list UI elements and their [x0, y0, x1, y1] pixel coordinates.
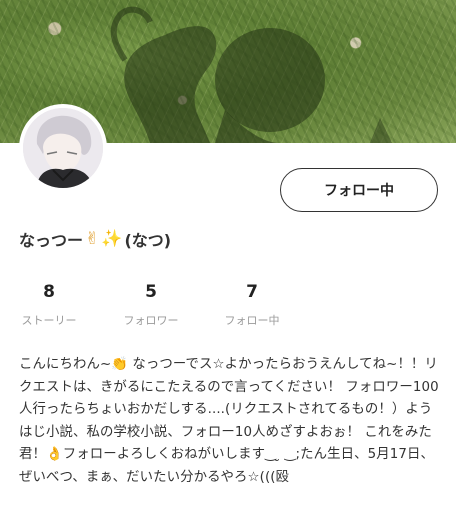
profile-name-suffix: (なつ) — [124, 231, 172, 250]
profile-stats: 8 ストーリー 5 フォロワー 7 フォロー中 — [0, 282, 456, 332]
sparkles-icon: ✨ — [101, 229, 123, 249]
stat-following[interactable]: 7 フォロー中 — [221, 282, 283, 328]
stat-value: 5 — [145, 282, 157, 302]
stat-label: フォロー中 — [224, 314, 280, 327]
victory-hand-icon: ✌ — [85, 229, 100, 249]
profile-bio: こんにちわん~👏 なっつーでス☆よかったらおうえんしてね~！！リクエストは、きが… — [19, 357, 439, 485]
stat-value: 8 — [43, 282, 55, 302]
following-button[interactable]: フォロー中 — [280, 168, 438, 212]
stat-label: ストーリー — [21, 314, 77, 327]
profile-name: なっつー ✌ ✨ (なつ) — [19, 227, 171, 251]
avatar[interactable] — [19, 104, 107, 192]
stat-label: フォロワー — [123, 314, 179, 327]
stat-followers[interactable]: 5 フォロワー — [120, 282, 182, 328]
stat-value: 7 — [246, 282, 258, 302]
avatar-image — [23, 108, 103, 188]
profile-name-text: なっつー — [19, 231, 84, 250]
stat-stories[interactable]: 8 ストーリー — [19, 282, 79, 328]
